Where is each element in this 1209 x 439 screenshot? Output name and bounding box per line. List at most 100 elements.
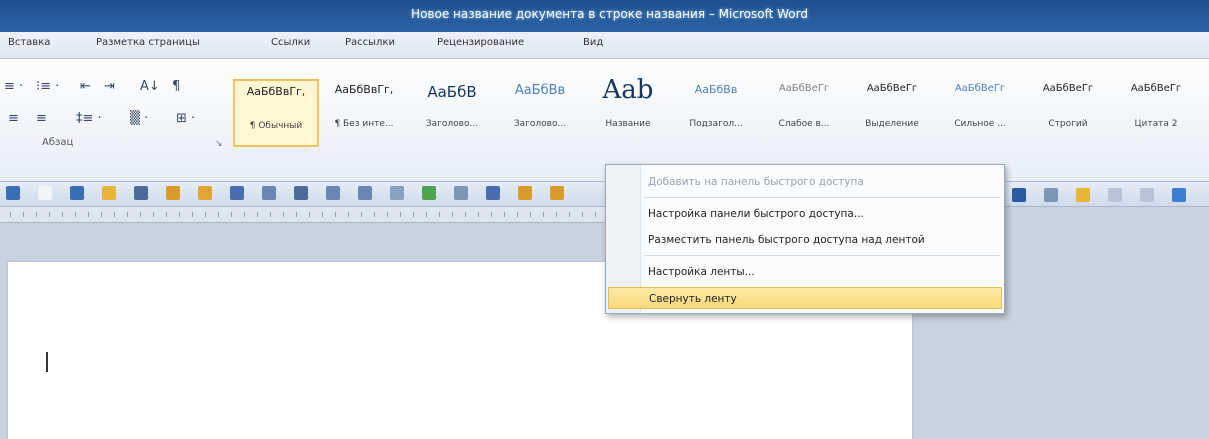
tab-insert[interactable]: Вставка bbox=[8, 37, 50, 48]
ruler-tick bbox=[231, 212, 232, 217]
plus-icon[interactable] bbox=[326, 186, 340, 200]
ruler-tick bbox=[49, 212, 50, 217]
border-icon[interactable] bbox=[294, 186, 308, 200]
undo-arrow-icon[interactable] bbox=[6, 186, 20, 200]
style-item[interactable]: АаБбВеГг Сильное ... bbox=[937, 79, 1023, 147]
style-item[interactable]: АаБбВеГг Строгий bbox=[1025, 79, 1111, 147]
ruler-tick bbox=[530, 212, 531, 217]
justify-button[interactable]: ≡ bbox=[36, 111, 47, 126]
style-item[interactable]: АаБбВеГг Слабое в... bbox=[761, 79, 847, 147]
grid-icon[interactable] bbox=[454, 186, 468, 200]
style-item[interactable]: АаБбВв Подзагол... bbox=[673, 79, 759, 147]
ruler-tick bbox=[257, 212, 258, 217]
style-preview: АаБбВеГг bbox=[866, 83, 918, 94]
paragraph-group-label: Абзац bbox=[42, 137, 74, 148]
style-preview: АаБбВеГг bbox=[778, 83, 830, 94]
ruler-tick bbox=[374, 212, 375, 217]
tab-page-layout[interactable]: Разметка страницы bbox=[96, 37, 200, 48]
ruler-tick bbox=[10, 212, 11, 217]
tab-review[interactable]: Рецензирование bbox=[437, 37, 524, 48]
style-item[interactable]: Aab Название bbox=[585, 75, 671, 147]
color-icon[interactable] bbox=[518, 186, 532, 200]
style-item[interactable]: АаБбВвГг, ¶ Без инте... bbox=[321, 79, 407, 147]
style-name: Заголово... bbox=[425, 119, 479, 129]
frame-icon[interactable] bbox=[1044, 188, 1058, 202]
style-item[interactable]: АаБбВв Заголово... bbox=[497, 79, 583, 147]
menu-item-minimize-ribbon[interactable]: Свернуть ленту bbox=[608, 287, 1002, 309]
ruler-tick bbox=[465, 212, 466, 217]
style-item[interactable]: АаБбВвГг, ¶ Обычный bbox=[233, 79, 319, 147]
tab-mailings[interactable]: Рассылки bbox=[345, 37, 395, 48]
ruler-tick bbox=[127, 212, 128, 217]
save-icon[interactable] bbox=[70, 186, 84, 200]
chart-icon[interactable] bbox=[198, 186, 212, 200]
style-name: ¶ Обычный bbox=[249, 121, 303, 131]
ruler-tick bbox=[348, 212, 349, 217]
ruler-tick bbox=[296, 212, 297, 217]
ruler-tick bbox=[88, 212, 89, 217]
shape-icon[interactable] bbox=[390, 186, 404, 200]
ruler-tick bbox=[140, 212, 141, 217]
line-icon[interactable] bbox=[358, 186, 372, 200]
style-preview: АаБбВ bbox=[427, 83, 477, 101]
ruler-tick bbox=[62, 212, 63, 217]
ruler-tick bbox=[491, 212, 492, 217]
increase-indent-button[interactable]: ⇥ bbox=[104, 79, 115, 94]
style-preview: АаБбВвГг, bbox=[334, 83, 394, 96]
ruler-tick bbox=[335, 212, 336, 217]
style-preview: АаБбВв bbox=[514, 83, 566, 98]
image-icon[interactable] bbox=[1172, 188, 1186, 202]
circle-icon[interactable] bbox=[422, 186, 436, 200]
open-folder-icon[interactable] bbox=[102, 186, 116, 200]
doc-icon[interactable] bbox=[1076, 188, 1090, 202]
style-preview: АаБбВеГг bbox=[954, 83, 1006, 94]
picture-icon[interactable] bbox=[166, 186, 180, 200]
numbering-button[interactable]: ⁝≡ · bbox=[36, 79, 59, 94]
tab-references[interactable]: Ссылки bbox=[271, 37, 310, 48]
arrow-icon[interactable] bbox=[1140, 188, 1154, 202]
style-name: Подзагол... bbox=[689, 119, 743, 129]
ruler-tick bbox=[478, 212, 479, 217]
menu-item-customize-ribbon[interactable]: Настройка ленты... bbox=[644, 261, 1000, 283]
new-doc-icon[interactable] bbox=[38, 186, 52, 200]
ruler-tick bbox=[23, 212, 24, 217]
ruler-tick bbox=[413, 212, 414, 217]
menu-item-show-qat-above[interactable]: Разместить панель быстрого доступа над л… bbox=[644, 229, 1000, 251]
ruler-tick bbox=[270, 212, 271, 217]
line-icon[interactable] bbox=[1108, 188, 1122, 202]
bullets-button[interactable]: ≡ · bbox=[4, 79, 23, 94]
horizontal-ruler[interactable] bbox=[0, 207, 612, 223]
style-name: Выделение bbox=[865, 119, 919, 129]
sort-button[interactable]: A↓ bbox=[140, 79, 160, 94]
shading-button[interactable]: ▒ · bbox=[130, 111, 148, 126]
table-icon[interactable] bbox=[262, 186, 276, 200]
align-icon[interactable] bbox=[134, 186, 148, 200]
style-name: Строгий bbox=[1048, 119, 1088, 129]
fill-icon[interactable] bbox=[550, 186, 564, 200]
style-name: Сильное ... bbox=[954, 119, 1006, 129]
right-toolbar bbox=[1012, 186, 1209, 204]
menu-separator bbox=[644, 197, 1000, 198]
tab-view[interactable]: Вид bbox=[583, 37, 603, 48]
align-center-button[interactable]: ≡ bbox=[8, 111, 19, 126]
style-item[interactable]: АаБбВеГг Выделение bbox=[849, 79, 935, 147]
text-cursor bbox=[46, 352, 48, 372]
frame-icon[interactable] bbox=[230, 186, 244, 200]
ruler-tick bbox=[517, 212, 518, 217]
menu-item-customize-qat[interactable]: Настройка панели быстрого доступа... bbox=[644, 203, 1000, 225]
line-spacing-button[interactable]: ‡≡ · bbox=[76, 111, 102, 126]
ruler-tick bbox=[309, 212, 310, 217]
style-name: Слабое в... bbox=[778, 119, 830, 129]
text-box-icon[interactable] bbox=[1012, 188, 1026, 202]
decrease-indent-button[interactable]: ⇤ bbox=[80, 79, 91, 94]
ruler-tick bbox=[205, 212, 206, 217]
borders-button[interactable]: ⊞ · bbox=[176, 111, 195, 126]
table-grid-icon[interactable] bbox=[486, 186, 500, 200]
ruler-tick bbox=[582, 212, 583, 217]
ruler-tick bbox=[244, 212, 245, 217]
dialog-launcher-icon[interactable]: ↘ bbox=[215, 139, 223, 149]
style-item[interactable]: АаБбВеГг Цитата 2 bbox=[1113, 79, 1199, 147]
style-item[interactable]: АаБбВ Заголово... bbox=[409, 79, 495, 147]
style-preview: АаБбВв bbox=[694, 83, 738, 96]
show-marks-button[interactable]: ¶ bbox=[172, 79, 180, 94]
